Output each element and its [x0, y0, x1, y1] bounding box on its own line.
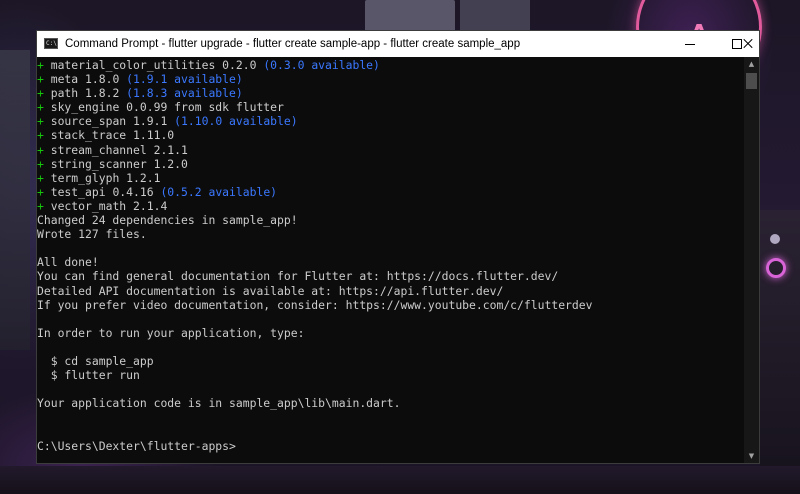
console-line: You can find general documentation for F… — [37, 269, 592, 283]
console-line-text: Wrote 127 files. — [37, 227, 147, 242]
console-line: + stream_channel 2.1.1 — [37, 143, 592, 157]
vertical-scrollbar[interactable]: ▲ ▼ — [744, 57, 759, 463]
console-line-text: stream_channel 2.1.1 — [50, 142, 188, 157]
wallpaper-speaker — [760, 210, 800, 494]
added-package-marker: + — [37, 170, 51, 185]
console-line: + term_glyph 1.2.1 — [37, 171, 592, 185]
wallpaper-speaker-ring — [766, 258, 786, 278]
scrollbar-thumb[interactable] — [746, 73, 757, 89]
console-line: + vector_math 2.1.4 — [37, 199, 592, 213]
added-package-marker: + — [37, 184, 51, 199]
console-line-text: string_scanner 1.2.0 — [50, 156, 188, 171]
console-line-text: All done! — [37, 255, 99, 270]
console-line-text: In order to run your application, type: — [37, 325, 305, 340]
console-line-text: You can find general documentation for F… — [37, 269, 559, 284]
console-line-text: $ cd sample_app — [37, 353, 154, 368]
command-prompt-icon[interactable]: C:\ — [44, 38, 58, 49]
console-line: Changed 24 dependencies in sample_app! — [37, 213, 592, 227]
console-line: + meta 1.8.0 (1.9.1 available) — [37, 72, 592, 86]
added-package-marker: + — [37, 86, 51, 101]
scroll-up-arrow-icon[interactable]: ▲ — [744, 57, 759, 71]
added-package-marker: + — [37, 128, 51, 143]
console-line: Your application code is in sample_app\l… — [37, 396, 592, 410]
close-button[interactable] — [736, 31, 759, 57]
minimize-icon — [685, 44, 695, 45]
available-version-note: (0.3.0 available) — [263, 58, 380, 72]
added-package-marker: + — [37, 58, 51, 72]
wallpaper-panel — [0, 50, 30, 350]
added-package-marker: + — [37, 72, 51, 87]
available-version-note: (1.9.1 available) — [126, 72, 243, 87]
console-line-text: sky_engine 0.0.99 from sdk flutter — [50, 100, 284, 115]
console-line-text: Detailed API documentation is available … — [37, 283, 504, 298]
console-line: + sky_engine 0.0.99 from sdk flutter — [37, 100, 592, 114]
console-line-text: Changed 24 dependencies in sample_app! — [37, 213, 298, 228]
console-line-text: C:\Users\Dexter\flutter-apps> — [37, 438, 236, 453]
console-output[interactable]: + material_color_utilities 0.2.0 (0.3.0 … — [37, 57, 744, 463]
available-version-note: (1.10.0 available) — [174, 114, 298, 129]
added-package-marker: + — [37, 100, 51, 115]
minimize-button[interactable] — [667, 31, 713, 57]
console-line: + stack_trace 1.11.0 — [37, 128, 592, 142]
wallpaper-floor — [0, 466, 800, 494]
console-line-text: stack_trace 1.11.0 — [50, 128, 175, 143]
wallpaper-sign — [365, 0, 455, 32]
console-line-text: vector_math 2.1.4 — [50, 198, 168, 213]
console-line: $ flutter run — [37, 368, 592, 382]
console-line: + test_api 0.4.16 (0.5.2 available) — [37, 185, 592, 199]
scroll-down-arrow-icon[interactable]: ▼ — [744, 449, 759, 463]
console-line-text: If you prefer video documentation, consi… — [37, 297, 593, 312]
command-prompt-window[interactable]: C:\ Command Prompt - flutter upgrade - f… — [36, 30, 760, 464]
wallpaper-speaker-dot — [770, 234, 780, 244]
console-line-text: material_color_utilities 0.2.0 — [50, 58, 264, 72]
console-line: + material_color_utilities 0.2.0 (0.3.0 … — [37, 58, 592, 72]
console-line: Wrote 127 files. — [37, 227, 592, 241]
title-bar[interactable]: C:\ Command Prompt - flutter upgrade - f… — [37, 31, 759, 57]
added-package-marker: + — [37, 142, 51, 157]
available-version-note: (1.8.3 available) — [126, 86, 243, 101]
console-line: Detailed API documentation is available … — [37, 284, 592, 298]
console-line: + string_scanner 1.2.0 — [37, 157, 592, 171]
console-line: If you prefer video documentation, consi… — [37, 298, 592, 312]
console-line: $ cd sample_app — [37, 354, 592, 368]
added-package-marker: + — [37, 156, 51, 171]
console-line-text: path 1.8.2 — [50, 86, 127, 101]
console-line: + source_span 1.9.1 (1.10.0 available) — [37, 114, 592, 128]
wallpaper-sign — [460, 0, 530, 30]
console-line-text: meta 1.8.0 — [50, 72, 127, 87]
console-line-text: Your application code is in sample_app\l… — [37, 396, 401, 411]
available-version-note: (0.5.2 available) — [160, 184, 278, 199]
added-package-marker: + — [37, 114, 51, 129]
window-title: Command Prompt - flutter upgrade - flutt… — [65, 38, 521, 50]
console-line: All done! — [37, 255, 592, 269]
added-package-marker: + — [37, 198, 51, 213]
console-line-text: test_api 0.4.16 — [50, 184, 161, 199]
console-line: In order to run your application, type: — [37, 326, 592, 340]
console-line-text: source_span 1.9.1 — [50, 114, 175, 129]
console-line-text: $ flutter run — [37, 368, 140, 383]
console-line: C:\Users\Dexter\flutter-apps> — [37, 439, 592, 453]
console-line: + path 1.8.2 (1.8.3 available) — [37, 86, 592, 100]
console-line-text: term_glyph 1.2.1 — [50, 170, 161, 185]
console-lines: + material_color_utilities 0.2.0 (0.3.0 … — [37, 58, 592, 453]
